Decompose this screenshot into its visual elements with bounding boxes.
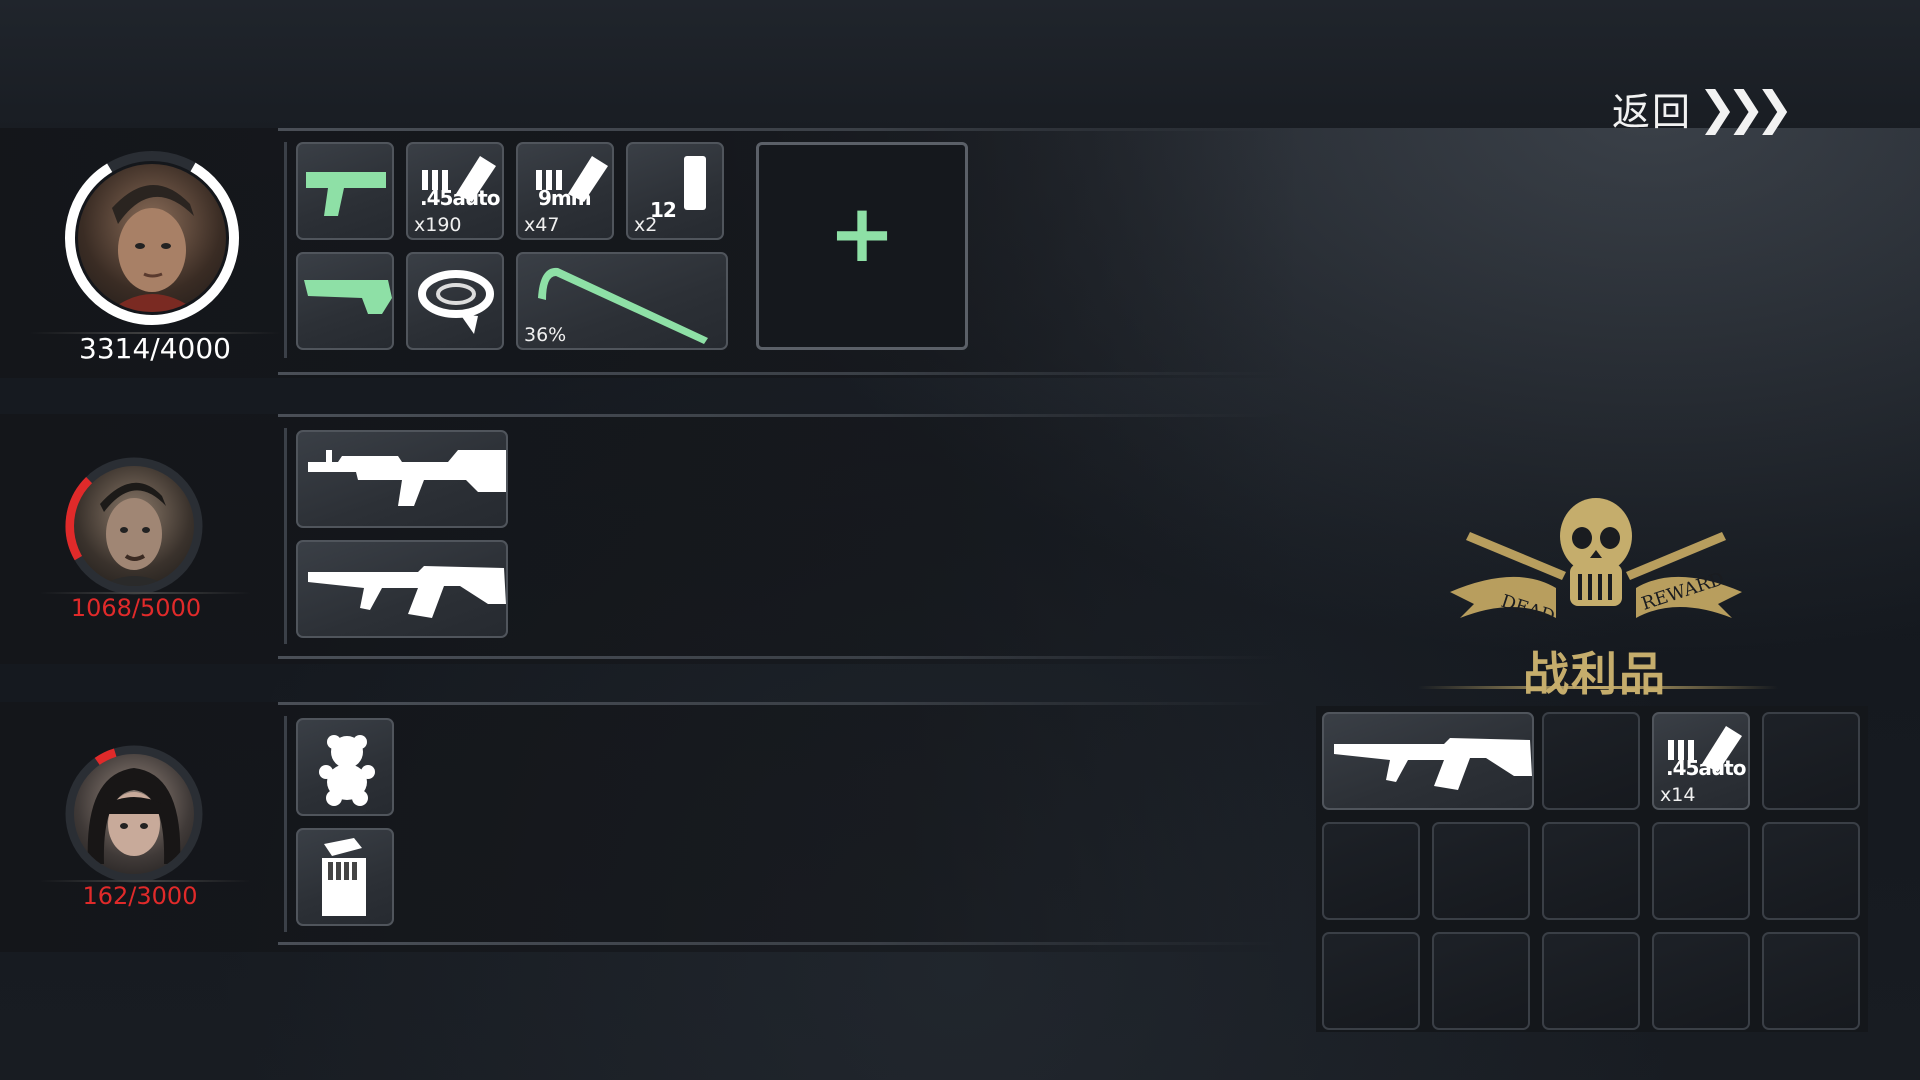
item-quantity: x47 (524, 214, 560, 236)
avatar-survivor-1[interactable] (78, 164, 226, 312)
hp-text: 3314/4000 (79, 332, 231, 365)
chevron-right-icon: ❯❯❯ (1698, 81, 1794, 135)
ammo-caliber: .45auto (420, 186, 500, 210)
dead-reward-emblem-icon: DEAD REWARD (1450, 498, 1742, 628)
divider (278, 372, 1278, 375)
divider (278, 702, 1278, 705)
item-slot-machine-gun[interactable] (296, 430, 508, 528)
loot-slot-empty[interactable] (1542, 712, 1640, 810)
teddy-bear-icon (319, 735, 375, 806)
durability-text: 36% (524, 324, 567, 346)
loot-slot-empty[interactable] (1762, 932, 1860, 1030)
loot-slot-empty[interactable] (1542, 822, 1640, 920)
item-slot-pistol[interactable] (296, 142, 394, 240)
loot-slot-empty[interactable] (1322, 822, 1420, 920)
loot-slot-empty[interactable] (1432, 822, 1530, 920)
item-quantity: x14 (1660, 784, 1696, 806)
cigarette-pack-icon (322, 838, 366, 916)
machine-gun-icon (308, 450, 506, 506)
divider (278, 128, 1278, 131)
item-slot-ak47[interactable] (296, 540, 508, 638)
item-slot-shotgun[interactable] (296, 252, 394, 350)
item-slot-crowbar[interactable]: 36% (516, 252, 728, 350)
ak47-icon (1334, 738, 1532, 790)
loot-slot-empty[interactable] (1652, 932, 1750, 1030)
loot-slot-empty[interactable] (1542, 932, 1640, 1030)
add-item-button[interactable]: + (756, 142, 968, 350)
item-slot-ammo-9mm[interactable]: 9mm x47 (516, 142, 614, 240)
divider (284, 142, 287, 358)
loot-title: 战利品 (1523, 647, 1667, 701)
divider (284, 428, 287, 644)
loot-slot-empty[interactable] (1762, 712, 1860, 810)
ammo-caliber: 9mm (538, 186, 592, 210)
avatar-survivor-3[interactable] (74, 754, 194, 874)
loot-slot-empty[interactable] (1762, 822, 1860, 920)
item-quantity: x190 (414, 214, 462, 236)
ak47-icon (308, 566, 506, 618)
bandage-roll-icon (418, 270, 494, 334)
divider (278, 414, 1278, 417)
ammo-caliber: .45auto (1666, 756, 1746, 780)
divider (284, 716, 287, 932)
item-quantity: x2 (634, 214, 658, 236)
plus-icon: + (828, 187, 896, 280)
loot-slot-ak47[interactable] (1322, 712, 1534, 810)
divider (1418, 686, 1778, 689)
hp-text: 1068/5000 (70, 594, 202, 622)
loot-slot-empty[interactable] (1432, 932, 1530, 1030)
shotgun-icon (304, 280, 392, 314)
item-slot-cigarettes[interactable] (296, 828, 394, 926)
avatar-survivor-2[interactable] (74, 466, 194, 586)
loot-slot-empty[interactable] (1652, 822, 1750, 920)
pistol-icon (306, 172, 386, 216)
divider (278, 656, 1278, 659)
item-slot-teddy-bear[interactable] (296, 718, 394, 816)
hp-text: 162/3000 (82, 882, 198, 910)
item-slot-ammo-45auto[interactable]: .45auto x190 (406, 142, 504, 240)
item-slot-bandage[interactable] (406, 252, 504, 350)
loot-slot-ammo-45auto[interactable]: .45auto x14 (1652, 712, 1750, 810)
back-button[interactable]: 返回 ❯❯❯ (1612, 81, 1794, 135)
loot-slot-empty[interactable] (1322, 932, 1420, 1030)
back-label: 返回 (1612, 89, 1693, 134)
item-slot-shotgun-shells[interactable]: 12 x2 (626, 142, 724, 240)
divider (278, 942, 1278, 945)
